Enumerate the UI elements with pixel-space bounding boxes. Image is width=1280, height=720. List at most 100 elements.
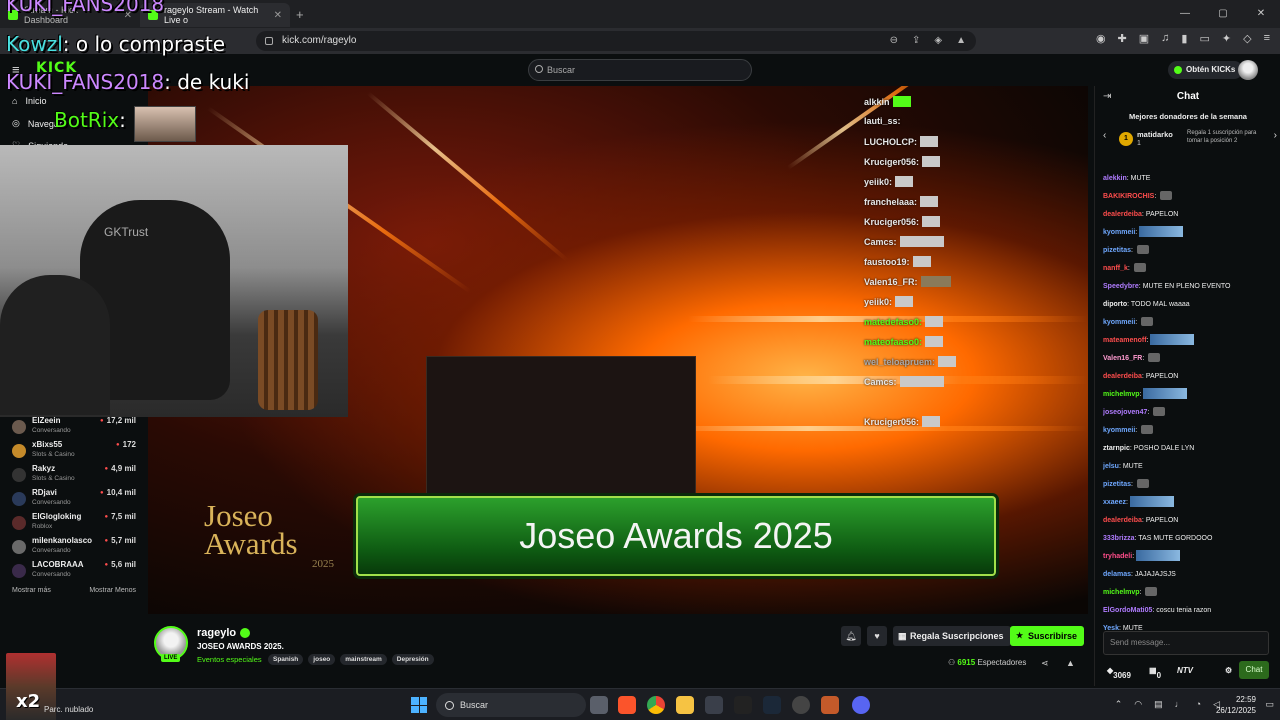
donor-name[interactable]: matidarko bbox=[1137, 130, 1173, 139]
chat-username[interactable]: xxaeez bbox=[1103, 499, 1126, 506]
screenshot-icon[interactable]: ▣ bbox=[1139, 32, 1149, 45]
chat-username[interactable]: Valen16_FR bbox=[1103, 355, 1142, 362]
chat-username[interactable]: BAKIKIROCHIS bbox=[1103, 193, 1154, 200]
brave-rewards-icon[interactable]: ▲ bbox=[956, 31, 966, 51]
brave-shield-icon[interactable]: ◈ bbox=[934, 31, 942, 51]
gift-subs-button[interactable]: Regala Suscripciones bbox=[893, 626, 1011, 646]
chat-username[interactable]: ElGordoMati05 bbox=[1103, 607, 1152, 614]
tag[interactable]: joseo bbox=[308, 654, 336, 665]
chevron-up-icon[interactable]: ⌃ bbox=[1115, 699, 1123, 710]
chat-username[interactable]: diporto bbox=[1103, 301, 1127, 308]
notifications-icon[interactable]: ▭ bbox=[1265, 699, 1274, 710]
taskbar-search[interactable]: Buscar bbox=[436, 693, 586, 717]
steam-icon[interactable] bbox=[763, 696, 781, 714]
chat-username[interactable]: dealerdeiba bbox=[1103, 373, 1142, 380]
site-info-icon[interactable] bbox=[265, 37, 273, 45]
tag[interactable]: mainstream bbox=[340, 654, 387, 665]
sidebar-icon[interactable]: ▮ bbox=[1181, 32, 1187, 45]
chrome-icon[interactable] bbox=[647, 696, 665, 714]
chat-username[interactable]: joseojoven47 bbox=[1103, 409, 1147, 416]
close-window-button[interactable]: ✕ bbox=[1242, 0, 1280, 28]
tag[interactable]: Depresión bbox=[391, 654, 434, 665]
epic-games-icon[interactable] bbox=[734, 696, 752, 714]
zoom-icon[interactable]: ⊖ bbox=[890, 31, 898, 51]
task-view-icon[interactable] bbox=[590, 696, 608, 714]
show-less-link[interactable]: Mostrar Menos bbox=[89, 587, 136, 594]
app-icon[interactable] bbox=[821, 696, 839, 714]
menu-icon[interactable]: ≡ bbox=[1264, 32, 1270, 45]
notifications-bell-icon[interactable]: 🔔︎ bbox=[841, 626, 861, 646]
report-icon[interactable]: ▲ bbox=[1066, 658, 1075, 668]
chat-username[interactable]: pizetitas bbox=[1103, 247, 1131, 254]
ntv-badge[interactable]: NTV bbox=[1177, 666, 1193, 675]
chat-input[interactable]: Send message... bbox=[1103, 631, 1269, 655]
close-tab-icon[interactable]: ✕ bbox=[274, 10, 282, 21]
sidebar-channel[interactable]: ElZeein Conversando 17,2 mil bbox=[10, 416, 136, 438]
chat-username[interactable]: dealerdeiba bbox=[1103, 517, 1142, 524]
send-chat-button[interactable]: Chat bbox=[1239, 661, 1269, 679]
network-icon[interactable]: ▤ bbox=[1154, 699, 1163, 710]
gifts-balance[interactable]: ▦ 0 bbox=[1149, 666, 1161, 680]
tag[interactable]: Spanish bbox=[268, 654, 304, 665]
obs-icon[interactable] bbox=[792, 696, 810, 714]
chat-username[interactable]: mateamenoff bbox=[1103, 337, 1147, 344]
sidebar-channel[interactable]: Rakyz Slots & Casino 4,9 mil bbox=[10, 464, 136, 486]
chat-username[interactable]: pizetitas bbox=[1103, 481, 1131, 488]
get-kicks-button[interactable]: Obtén KICKs bbox=[1168, 61, 1244, 79]
weather-text[interactable]: Parc. nublado bbox=[44, 705, 93, 714]
wallet-icon[interactable]: ▭ bbox=[1199, 32, 1209, 45]
discord-icon[interactable] bbox=[852, 696, 870, 714]
puzzle-icon[interactable]: ✚ bbox=[1118, 32, 1127, 45]
new-tab-button[interactable]: + bbox=[290, 7, 304, 22]
share-page-icon[interactable]: ⇪ bbox=[912, 31, 920, 51]
sidebar-channel[interactable]: xBixs55 Slots & Casino 172 bbox=[10, 440, 136, 462]
chat-username[interactable]: dealerdeiba bbox=[1103, 211, 1142, 218]
subscribe-button[interactable]: Suscribirse bbox=[1010, 626, 1085, 646]
mic-icon[interactable]: ♩ bbox=[1175, 699, 1184, 710]
chevron-right-icon[interactable]: › bbox=[1274, 130, 1277, 141]
chat-username[interactable]: michelmvp bbox=[1103, 391, 1140, 398]
windows-start-icon[interactable] bbox=[411, 697, 427, 713]
chat-username[interactable]: Speedybre bbox=[1103, 283, 1139, 290]
chevron-left-icon[interactable]: ‹ bbox=[1103, 130, 1106, 141]
chat-username[interactable]: kyommeii bbox=[1103, 319, 1135, 326]
minimize-button[interactable]: — bbox=[1166, 0, 1204, 28]
wifi-icon[interactable]: ◔ bbox=[1196, 699, 1201, 710]
channel-name[interactable]: rageylo bbox=[197, 627, 236, 639]
chat-username[interactable]: kyommeii bbox=[1103, 427, 1135, 434]
chat-username[interactable]: alekkin bbox=[1103, 175, 1127, 182]
sidebar-channel[interactable]: LACOBRAAA Conversando 5,6 mil bbox=[10, 560, 136, 582]
show-more-link[interactable]: Mostrar más bbox=[12, 587, 51, 594]
stream-category[interactable]: Eventos especiales bbox=[197, 655, 262, 664]
file-explorer-icon[interactable] bbox=[676, 696, 694, 714]
url-field[interactable]: kick.com/rageylo ⊖ ⇪ ◈ ▲ bbox=[256, 31, 976, 51]
sidebar-channel[interactable]: ElGlogloking Roblox 7,5 mil bbox=[10, 512, 136, 534]
extension-icon[interactable]: ◉ bbox=[1096, 32, 1106, 45]
store-icon[interactable] bbox=[705, 696, 723, 714]
chat-username[interactable]: nanff_k bbox=[1103, 265, 1128, 272]
kicks-balance[interactable]: ◆ 3069 bbox=[1107, 666, 1131, 680]
chat-username[interactable]: 333brizza bbox=[1103, 535, 1135, 542]
chat-settings-icon[interactable]: ⚙ bbox=[1225, 666, 1232, 675]
chat-username[interactable]: jelsu bbox=[1103, 463, 1119, 470]
chat-username[interactable]: kyommeii bbox=[1103, 229, 1135, 236]
leo-icon[interactable]: ✦ bbox=[1222, 32, 1231, 45]
sidebar-item-home[interactable]: ⌂ Inicio bbox=[12, 96, 46, 106]
sidebar-channel[interactable]: milenkanolasco Conversando 5,7 mil bbox=[10, 536, 136, 558]
chat-username[interactable]: ztarnpic bbox=[1103, 445, 1130, 452]
music-icon[interactable]: ♫ bbox=[1161, 32, 1169, 45]
sidebar-channel[interactable]: RDjavi Conversando 10,4 mil bbox=[10, 488, 136, 510]
brave-browser-icon[interactable] bbox=[618, 696, 636, 714]
headset-icon[interactable]: ◠ bbox=[1134, 699, 1142, 710]
chat-username[interactable]: tryhadeli bbox=[1103, 553, 1132, 560]
chat-username[interactable]: delamas bbox=[1103, 571, 1131, 578]
avatar[interactable] bbox=[1238, 60, 1258, 80]
chat-username[interactable]: michelmvp bbox=[1103, 589, 1140, 596]
donor-cta[interactable]: Regala 1 suscripción para tomar la posic… bbox=[1187, 129, 1267, 145]
maximize-button[interactable]: ▢ bbox=[1204, 0, 1242, 28]
vpn-icon[interactable]: ◇ bbox=[1243, 32, 1251, 45]
clock[interactable]: 22:59 26/12/2025 bbox=[1216, 694, 1256, 716]
follow-heart-icon[interactable]: ♥ bbox=[867, 626, 887, 646]
share-icon[interactable]: ⋖ bbox=[1041, 658, 1049, 669]
search-input[interactable]: Buscar bbox=[528, 59, 752, 81]
